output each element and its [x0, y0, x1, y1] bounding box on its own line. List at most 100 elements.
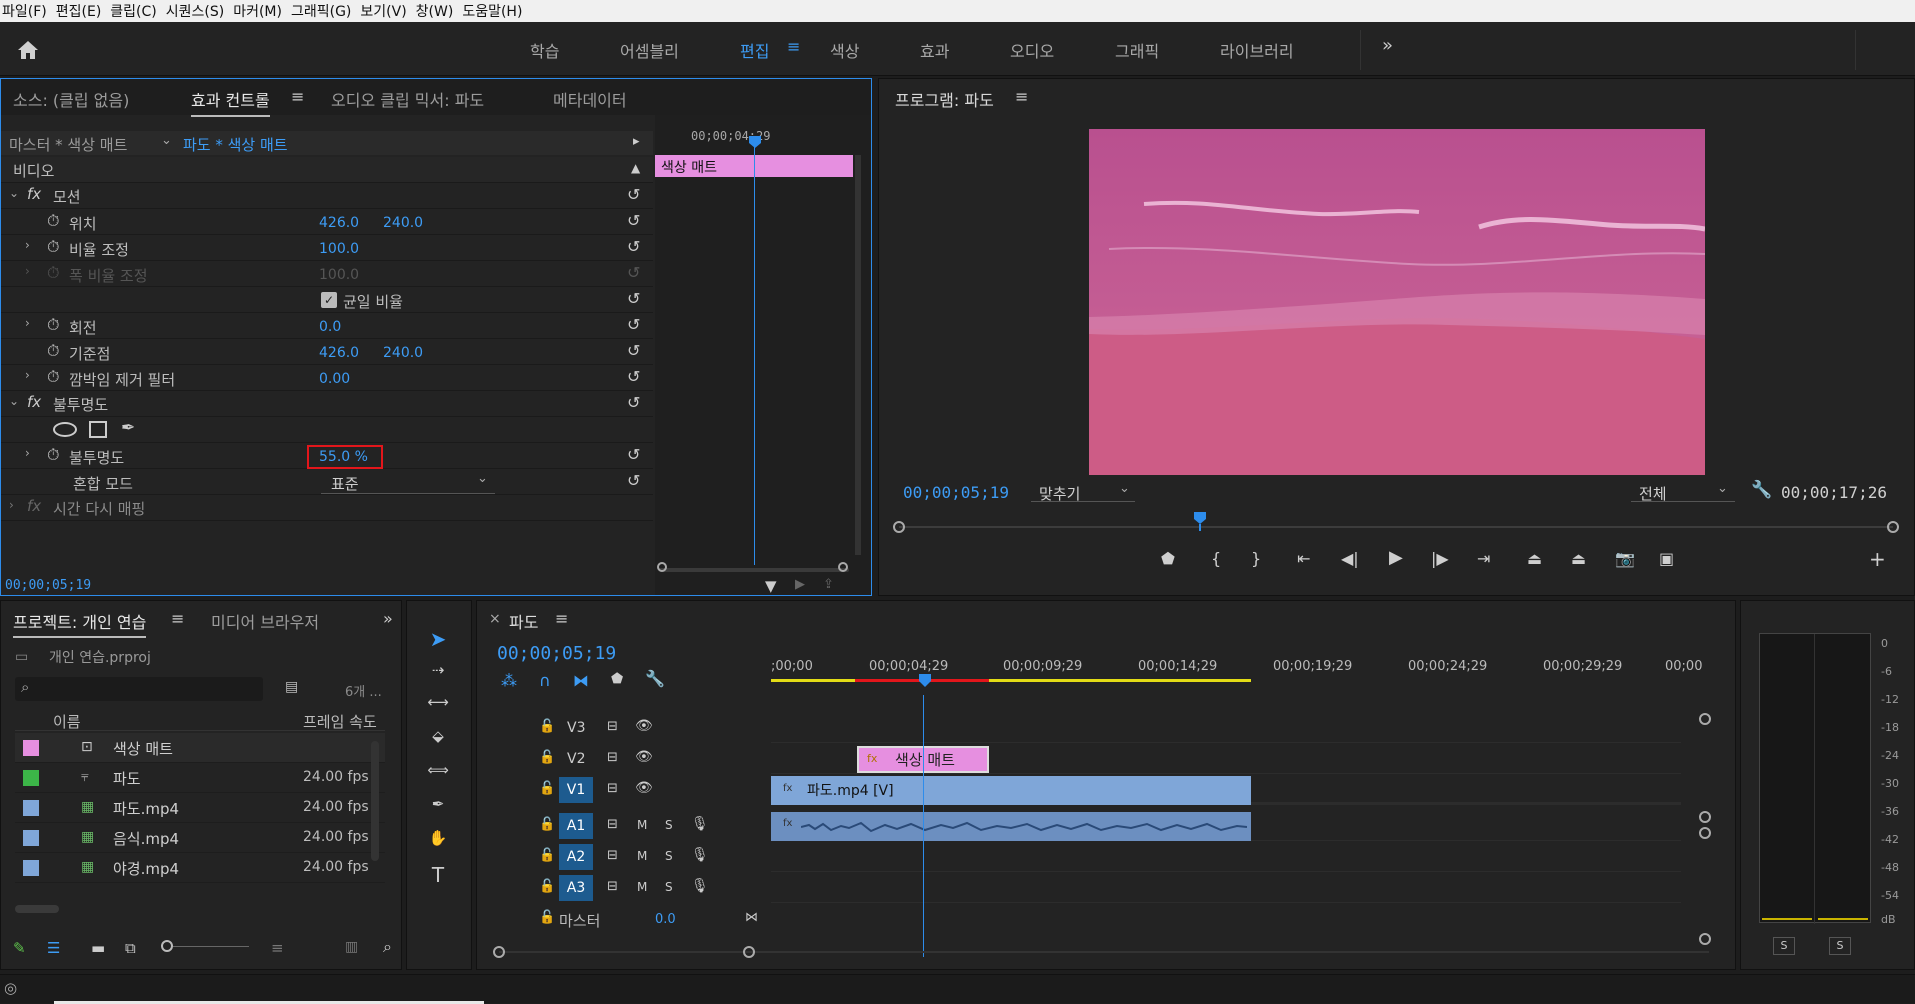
list-item[interactable]: ⫧ 파도 24.00 fps	[15, 763, 385, 793]
track-label-active[interactable]: A3	[559, 875, 593, 901]
reset-icon[interactable]: ↺	[627, 367, 640, 386]
lock-icon[interactable]: 🔓	[539, 879, 555, 894]
camera-icon[interactable]: 📷	[1615, 549, 1635, 568]
selection-tool-icon[interactable]: ➤	[423, 627, 453, 655]
menu-lines-icon[interactable]: ≡	[787, 37, 800, 56]
mark-in-icon[interactable]: {	[1211, 549, 1221, 568]
pen-mask-icon[interactable]: ✒	[121, 418, 135, 438]
nest-icon[interactable]: ⁂	[501, 671, 517, 690]
chevron-right-icon[interactable]: ›	[25, 316, 30, 330]
rectangle-mask-icon[interactable]	[89, 421, 107, 438]
menu-marker[interactable]: 마커(M)	[231, 1, 289, 21]
clip-label[interactable]: 파도 * 색상 매트	[183, 134, 288, 155]
microphone-icon[interactable]: 🎙	[691, 878, 709, 894]
pen-tool-icon[interactable]: ✒	[423, 795, 453, 823]
col-name[interactable]: 이름	[53, 711, 81, 732]
clip-video[interactable]: fx 파도.mp4 [V]	[771, 776, 1251, 805]
sync-lock-icon[interactable]: ⊟	[607, 879, 618, 894]
razor-icon[interactable]: ⬙	[423, 727, 453, 755]
lock-icon[interactable]: 🔓	[539, 750, 555, 765]
chevron-down-icon[interactable]: ⌄	[161, 133, 172, 148]
pencil-icon[interactable]: ✎	[13, 939, 26, 957]
fx-icon[interactable]: fx	[27, 185, 41, 203]
list-view-icon[interactable]: ☰	[47, 939, 60, 957]
reset-icon[interactable]: ↺	[627, 393, 640, 412]
lock-icon[interactable]: 🔓	[539, 910, 555, 925]
play-triangle-icon[interactable]: ▸	[633, 134, 640, 149]
go-to-in-icon[interactable]: ⇤	[1297, 549, 1310, 568]
search-icon[interactable]: ⌕	[383, 937, 392, 957]
menu-clip[interactable]: 클립(C)	[108, 1, 163, 21]
scroll-handle-audio[interactable]	[1699, 827, 1711, 839]
new-bin-icon[interactable]: ▤	[285, 679, 298, 695]
zoom-handle-left[interactable]	[493, 946, 505, 958]
chevron-down-icon[interactable]: ⌄	[9, 186, 19, 200]
automate-icon[interactable]: ▥	[345, 939, 358, 955]
collapse-icon[interactable]: ▲	[631, 161, 640, 175]
tab-effect-controls[interactable]: 효과 컨트롤	[191, 87, 270, 117]
menu-file[interactable]: 파일(F)	[0, 1, 54, 21]
reset-icon[interactable]: ↺	[627, 471, 640, 490]
menu-graphics[interactable]: 그래픽(G)	[289, 1, 358, 21]
chevron-right-icon[interactable]: ›	[25, 264, 30, 278]
reset-icon[interactable]: ↺	[627, 289, 640, 308]
list-item[interactable]: ⊡ 색상 매트	[15, 733, 385, 763]
close-icon[interactable]: ×	[489, 611, 501, 627]
rotation-value[interactable]: 0.0	[319, 319, 341, 335]
creative-cloud-icon[interactable]: ◎	[4, 979, 17, 997]
time-ruler[interactable]: ;00;00 00;00;04;29 00;00;09;29 00;00;14;…	[771, 637, 1702, 683]
add-button-icon[interactable]: +	[1869, 547, 1886, 571]
scroll-handle-left[interactable]	[657, 562, 667, 572]
chevron-down-icon[interactable]: ⌄	[9, 394, 19, 408]
panel-menu-icon[interactable]: ≡	[171, 609, 184, 628]
stopwatch-icon[interactable]: ⏱	[47, 341, 59, 361]
play-icon[interactable]: ▶	[1389, 547, 1403, 568]
solo-left-button[interactable]: S	[1773, 937, 1795, 955]
mute-button[interactable]: M	[637, 849, 647, 863]
sync-lock-icon[interactable]: ⊟	[607, 781, 618, 796]
tab-source[interactable]: 소스: (클립 없음)	[13, 87, 129, 111]
wrench-icon[interactable]: 🔧	[645, 669, 665, 688]
timeline-tab[interactable]: 파도	[509, 609, 538, 633]
hand-icon[interactable]: ✋	[423, 829, 453, 857]
ws-edit[interactable]: 편집	[740, 38, 769, 62]
solo-right-button[interactable]: S	[1829, 937, 1851, 955]
col-fps[interactable]: 프레임 속도	[303, 711, 377, 732]
program-scrubber[interactable]	[891, 509, 1901, 535]
tab-media-browser[interactable]: 미디어 브라우저	[211, 609, 319, 633]
chevron-double-right-icon[interactable]: »	[383, 609, 393, 628]
chevron-right-icon[interactable]: ›	[25, 368, 30, 382]
mute-button[interactable]: M	[637, 880, 647, 894]
effect-timecode[interactable]: 00;00;05;19	[5, 578, 91, 593]
snap-icon[interactable]: ∩	[539, 671, 551, 690]
reset-icon[interactable]: ↺	[627, 211, 640, 230]
chevron-right-icon[interactable]: ›	[25, 238, 30, 252]
stopwatch-icon[interactable]: ⏱	[47, 315, 59, 335]
sync-lock-icon[interactable]: ⊟	[607, 817, 618, 832]
sync-lock-icon[interactable]: ⊟	[607, 750, 618, 765]
vertical-scrollbar[interactable]	[371, 741, 379, 861]
ws-graphics[interactable]: 그래픽	[1115, 38, 1159, 62]
solo-button[interactable]: S	[665, 818, 673, 832]
freeform-view-icon[interactable]: ⧉	[125, 939, 136, 957]
slip-icon[interactable]: ⟺	[423, 761, 453, 789]
extract-icon[interactable]: ⏏	[1571, 549, 1586, 568]
scrollbar[interactable]	[855, 155, 861, 555]
list-item[interactable]: ▦ 야경.mp4 24.00 fps	[15, 853, 385, 883]
eye-icon[interactable]: 👁	[635, 749, 653, 765]
panel-menu-icon[interactable]: ≡	[1015, 87, 1028, 106]
menu-sequence[interactable]: 시퀀스(S)	[164, 1, 231, 21]
master-label[interactable]: 마스터 * 색상 매트	[9, 134, 127, 155]
menu-edit[interactable]: 편집(E)	[54, 1, 109, 21]
zoom-slider-handle[interactable]	[161, 940, 173, 952]
ws-audio[interactable]: 오디오	[1010, 38, 1054, 62]
scroll-handle-bottom[interactable]	[1699, 933, 1711, 945]
mute-button[interactable]: M	[637, 818, 647, 832]
chevron-double-right-icon[interactable]: »	[1382, 35, 1393, 56]
scroll-handle-mid[interactable]	[1699, 811, 1711, 823]
eye-icon[interactable]: 👁	[635, 718, 653, 734]
eye-icon[interactable]: 👁	[635, 780, 653, 796]
master-value[interactable]: 0.0	[655, 912, 676, 927]
ws-color[interactable]: 색상	[830, 38, 859, 62]
label-swatch[interactable]	[23, 860, 39, 876]
